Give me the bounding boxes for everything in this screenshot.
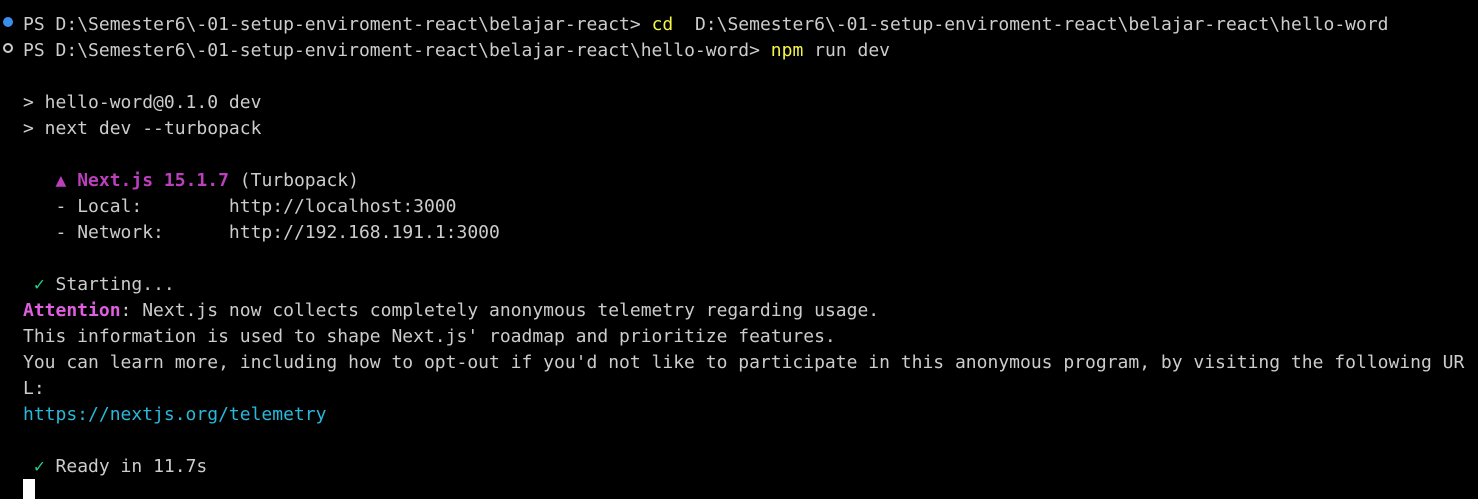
check-icon: ✓ bbox=[33, 274, 45, 295]
info-line: This information is used to shape Next.j… bbox=[23, 326, 836, 347]
network-address-line: - Network: http://192.168.191.1:3000 bbox=[55, 222, 500, 243]
command-status-dot-icon[interactable] bbox=[3, 17, 13, 27]
terminal-panel[interactable]: PS D:\Semester6\-01-setup-enviroment-rea… bbox=[0, 0, 1478, 499]
local-address-line: - Local: http://localhost:3000 bbox=[55, 196, 457, 217]
command-cd: cd bbox=[651, 14, 674, 35]
check-icon: ✓ bbox=[33, 456, 45, 477]
local-url[interactable]: http://localhost:3000 bbox=[229, 196, 457, 217]
script-line-2: > next dev --turbopack bbox=[23, 118, 262, 139]
attention-label: Attention bbox=[23, 300, 121, 321]
learn-more-wrap: L: bbox=[23, 378, 45, 399]
nextjs-banner: ▲ Next.js 15.1.7 (Turbopack) bbox=[55, 170, 359, 191]
ready-line: ✓ Ready in 11.7s bbox=[33, 456, 208, 477]
nextjs-version: Next.js 15.1.7 bbox=[77, 170, 229, 191]
starting-line: ✓ Starting... bbox=[33, 274, 175, 295]
network-url[interactable]: http://192.168.191.1:3000 bbox=[229, 222, 500, 243]
command-npm: npm bbox=[770, 40, 804, 61]
telemetry-link[interactable]: https://nextjs.org/telemetry bbox=[23, 402, 326, 428]
command-running-dot-icon[interactable] bbox=[3, 43, 13, 53]
text-cursor bbox=[23, 479, 35, 499]
prompt-line-2: PS D:\Semester6\-01-setup-enviroment-rea… bbox=[23, 40, 890, 61]
learn-more-line: You can learn more, including how to opt… bbox=[23, 352, 1465, 373]
attention-line: Attention: Next.js now collects complete… bbox=[23, 300, 880, 321]
script-line-1: > hello-word@0.1.0 dev bbox=[23, 92, 262, 113]
triangle-icon: ▲ bbox=[55, 170, 67, 191]
prompt-line-1: PS D:\Semester6\-01-setup-enviroment-rea… bbox=[23, 14, 1389, 35]
